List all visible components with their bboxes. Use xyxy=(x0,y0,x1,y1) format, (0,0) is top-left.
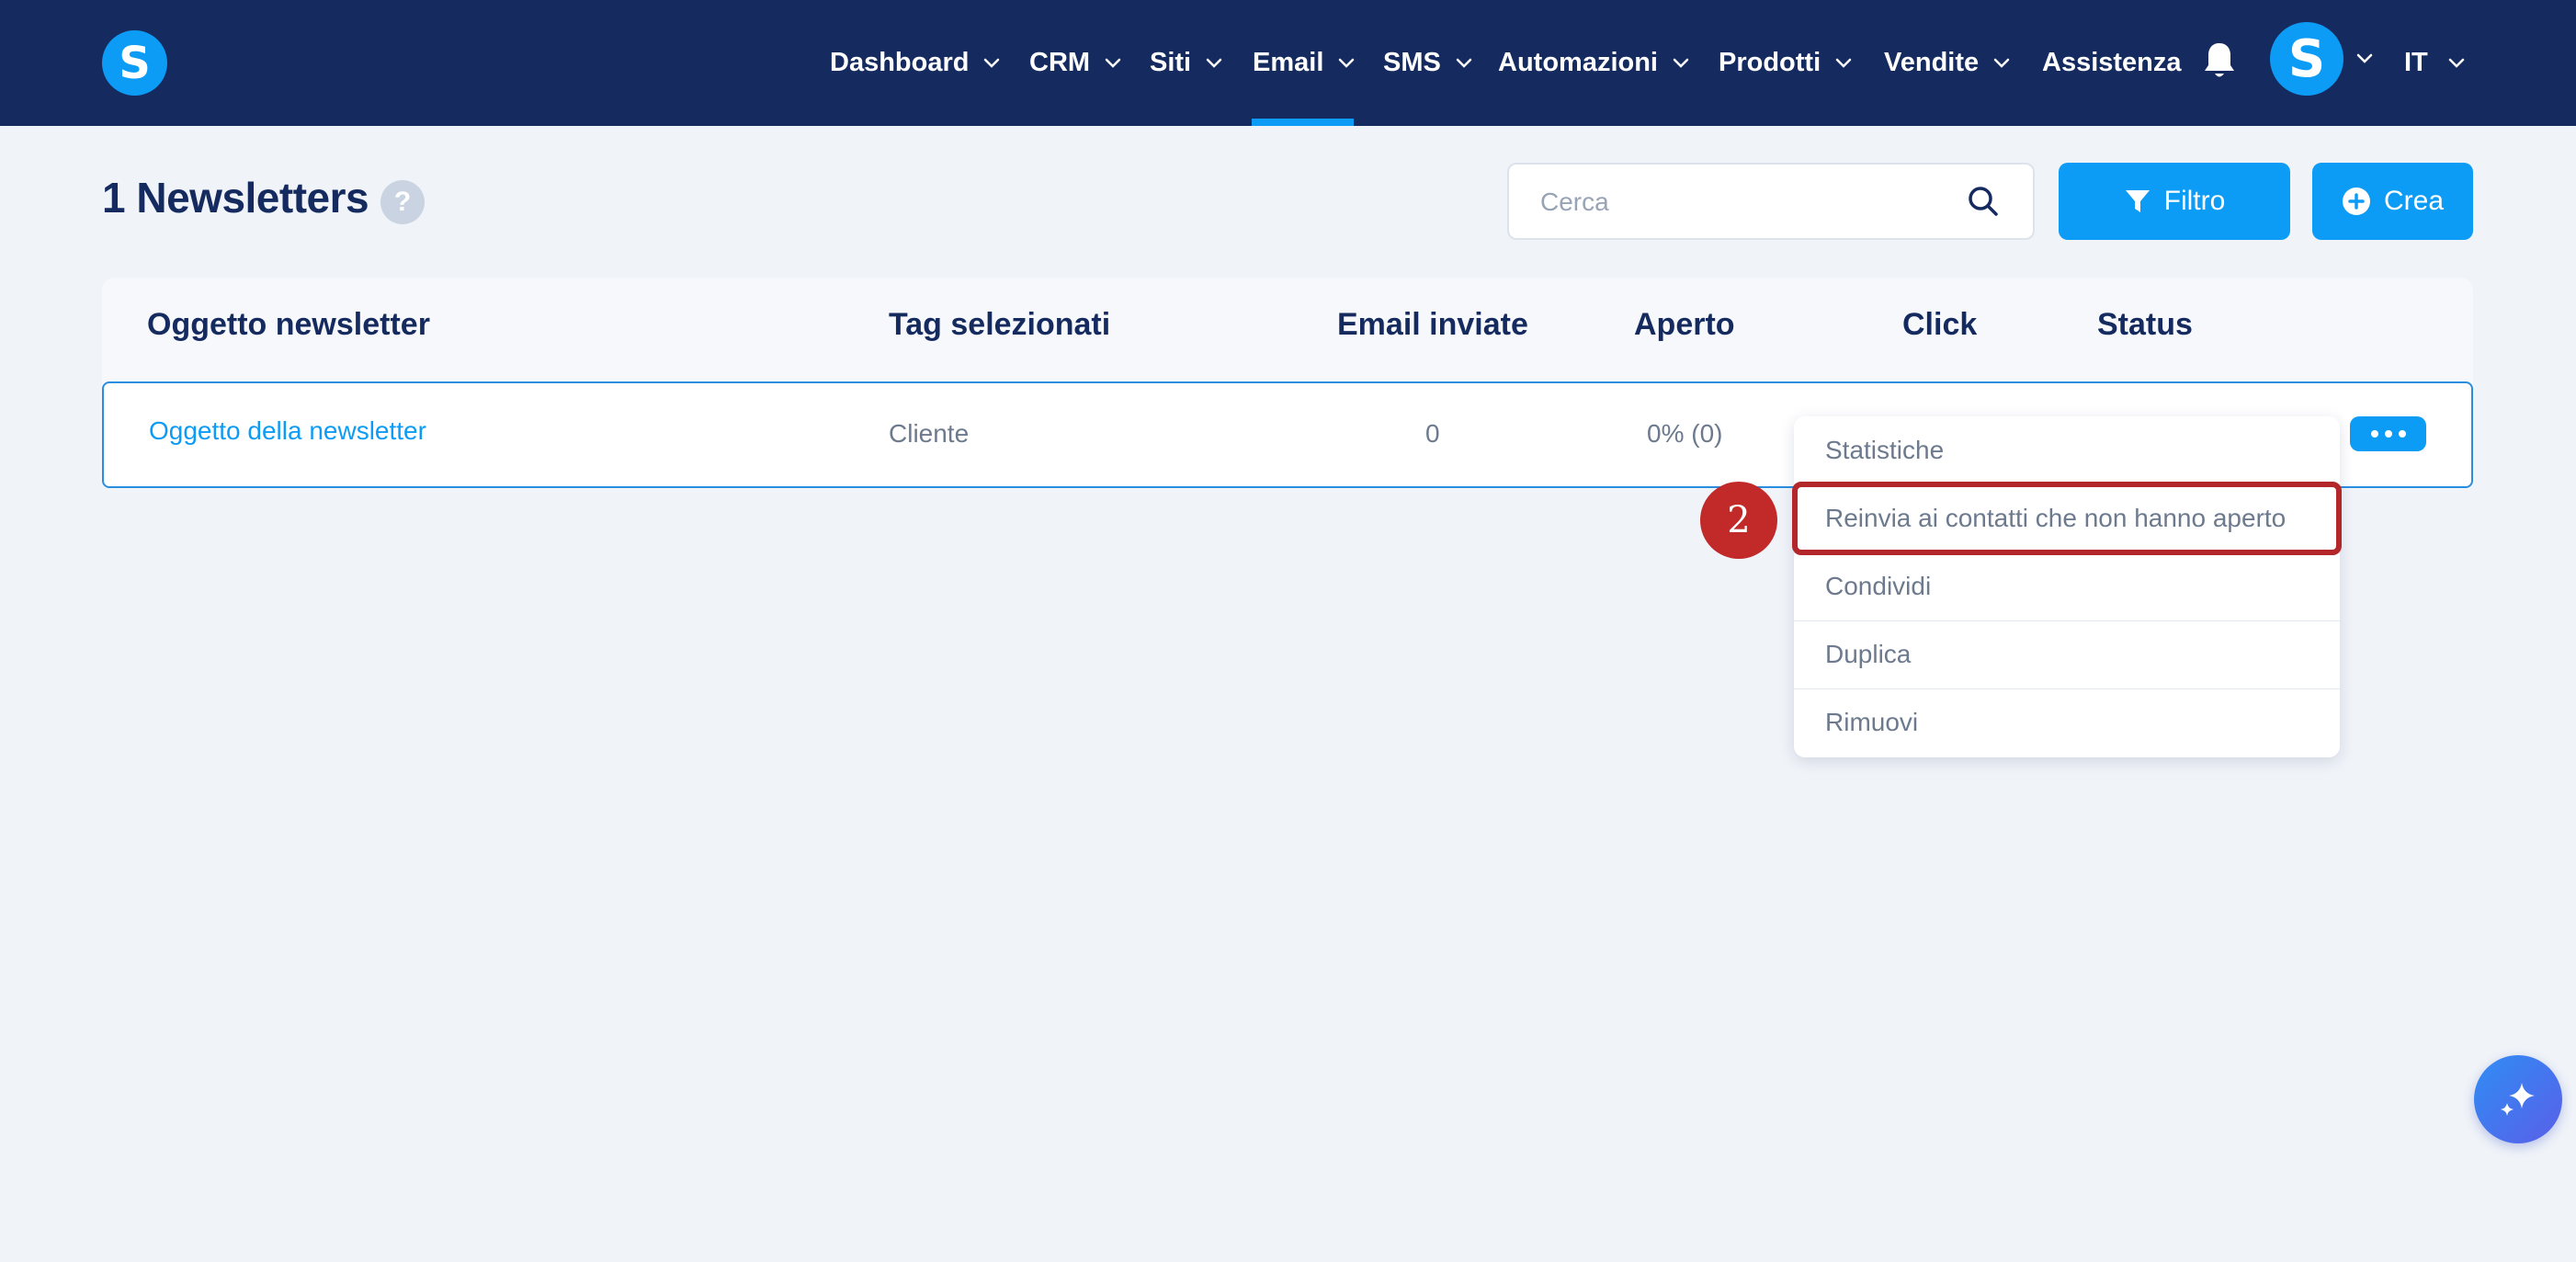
language-selector[interactable]: IT xyxy=(2404,0,2465,126)
dot xyxy=(2370,430,2378,438)
row-actions-menu: Statistiche Reinvia ai contatti che non … xyxy=(1794,416,2340,757)
chevron-down-icon xyxy=(1993,58,2010,68)
nav-item-label: Email xyxy=(1253,48,1324,77)
column-header-tags[interactable]: Tag selezionati xyxy=(889,307,1110,343)
page-title: 1 Newsletters xyxy=(102,174,369,222)
chevron-down-icon[interactable] xyxy=(2356,53,2373,64)
menu-item-statistiche[interactable]: Statistiche xyxy=(1794,416,2340,484)
search-icon[interactable] xyxy=(1967,185,2000,218)
nav-item-dashboard[interactable]: Dashboard xyxy=(830,0,1000,126)
chevron-down-icon xyxy=(1105,58,1121,68)
search-input[interactable] xyxy=(1538,165,1946,240)
menu-item-rimuovi[interactable]: Rimuovi xyxy=(1794,688,2340,756)
nav-item-prodotti[interactable]: Prodotti xyxy=(1719,0,1852,126)
nav-item-label: Dashboard xyxy=(830,48,970,77)
chevron-down-icon xyxy=(2448,58,2465,68)
bell-icon[interactable] xyxy=(2202,40,2237,81)
top-navigation-bar: S Dashboard CRM Siti Email SMS Automazio… xyxy=(0,0,2576,126)
sparkles-icon xyxy=(2501,1083,2535,1116)
menu-item-condividi[interactable]: Condividi xyxy=(1794,552,2340,620)
nav-item-label: Automazioni xyxy=(1498,48,1658,77)
newsletter-subject-link[interactable]: Oggetto della newsletter xyxy=(149,416,426,446)
plus-circle-icon xyxy=(2342,188,2370,215)
nav-item-email[interactable]: Email xyxy=(1253,0,1355,126)
nav-item-label: Siti xyxy=(1150,48,1192,77)
create-button-label: Crea xyxy=(2383,186,2445,216)
more-actions-button[interactable] xyxy=(2350,416,2426,451)
column-header-opened[interactable]: Aperto xyxy=(1634,307,1735,343)
newsletter-opened-rate: 0% (0) xyxy=(1647,419,1723,448)
nav-item-label: Assistenza xyxy=(2042,48,2182,77)
nav-item-label: SMS xyxy=(1383,48,1441,77)
nav-item-siti[interactable]: Siti xyxy=(1150,0,1222,126)
chevron-down-icon xyxy=(1835,58,1852,68)
chevron-down-icon xyxy=(1673,58,1689,68)
search-box[interactable] xyxy=(1507,163,2035,240)
nav-item-label: Prodotti xyxy=(1719,48,1821,77)
newsletter-sent-count: 0 xyxy=(1425,419,1440,448)
column-header-subject[interactable]: Oggetto newsletter xyxy=(147,307,430,343)
nav-item-label: Vendite xyxy=(1884,48,1980,77)
avatar-letter: S xyxy=(2287,28,2326,89)
step-number-badge: 2 xyxy=(1700,482,1777,559)
column-header-click[interactable]: Click xyxy=(1902,307,1977,343)
chevron-down-icon xyxy=(984,58,1000,68)
language-label: IT xyxy=(2404,48,2428,77)
chevron-down-icon xyxy=(1456,58,1472,68)
filter-button[interactable]: Filtro xyxy=(2059,163,2290,240)
filter-button-label: Filtro xyxy=(2163,186,2226,216)
nav-item-automazioni[interactable]: Automazioni xyxy=(1498,0,1689,126)
dot xyxy=(2398,430,2406,438)
nav-item-assistenza[interactable]: Assistenza xyxy=(2042,0,2182,126)
column-header-sent[interactable]: Email inviate xyxy=(1337,307,1528,343)
filter-icon xyxy=(2125,190,2150,212)
column-header-status[interactable]: Status xyxy=(2097,307,2193,343)
create-button[interactable]: Crea xyxy=(2312,163,2473,240)
chevron-down-icon xyxy=(1206,58,1222,68)
nav-item-vendite[interactable]: Vendite xyxy=(1884,0,2010,126)
nav-item-crm[interactable]: CRM xyxy=(1029,0,1121,126)
nav-item-sms[interactable]: SMS xyxy=(1383,0,1472,126)
nav-active-indicator xyxy=(1252,119,1354,126)
dot xyxy=(2384,430,2392,438)
help-icon[interactable]: ? xyxy=(380,180,425,224)
chevron-down-icon xyxy=(1339,58,1355,68)
highlight-annotation-box xyxy=(1792,482,2342,555)
newsletter-tags: Cliente xyxy=(889,419,970,448)
user-avatar[interactable]: S xyxy=(2270,22,2343,96)
ai-assistant-button[interactable] xyxy=(2474,1055,2562,1143)
main-nav: Dashboard CRM Siti Email SMS Automazioni… xyxy=(0,0,2576,126)
menu-item-duplica[interactable]: Duplica xyxy=(1794,620,2340,688)
nav-item-label: CRM xyxy=(1029,48,1091,77)
